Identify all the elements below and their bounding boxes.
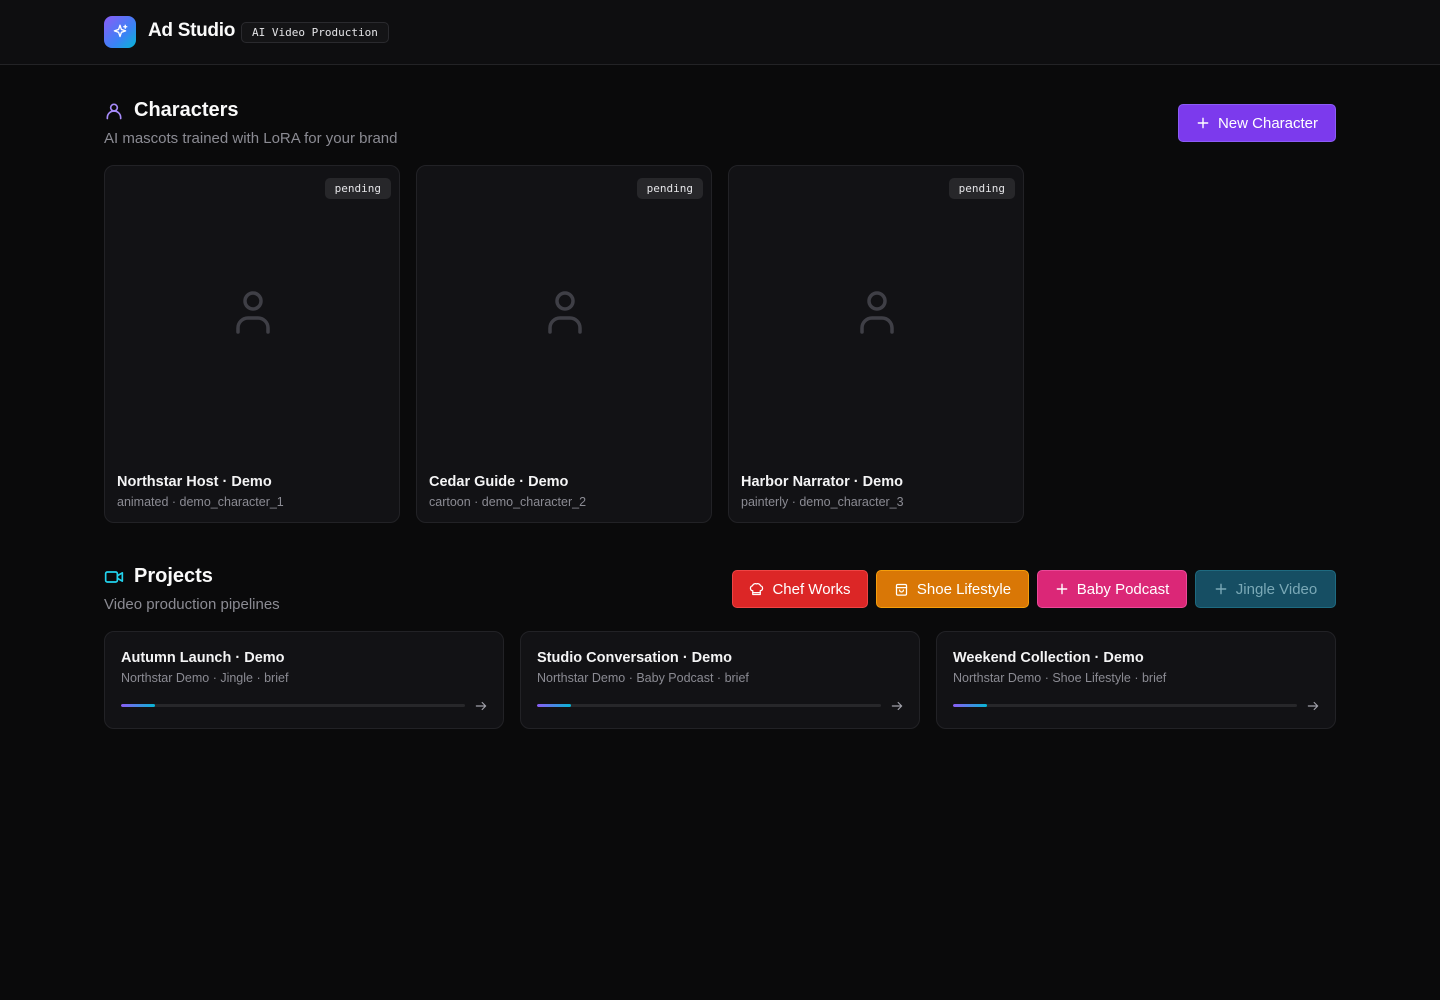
progress-bar [537, 704, 881, 707]
project-meta: Northstar Demo · Baby Podcast · brief [537, 671, 749, 685]
brand-name[interactable]: Ad Studio [148, 20, 235, 42]
projects-heading: Projects [104, 565, 213, 588]
project-card[interactable]: Studio Conversation · Demo Northstar Dem… [520, 631, 920, 729]
baby-podcast-button[interactable]: Baby Podcast [1037, 570, 1187, 608]
character-meta: animated · demo_character_1 [117, 495, 284, 509]
status-badge: pending [636, 178, 703, 199]
brand-tag: AI Video Production [241, 22, 389, 43]
project-card[interactable]: Weekend Collection · Demo Northstar Demo… [936, 631, 1336, 729]
character-name: Harbor Narrator · Demo [741, 474, 903, 490]
progress-bar [121, 704, 465, 707]
chef-hat-icon [750, 582, 764, 595]
project-name: Autumn Launch · Demo [121, 650, 285, 666]
character-meta: painterly · demo_character_3 [741, 495, 904, 509]
character-name: Cedar Guide · Demo [429, 474, 569, 490]
baby-podcast-label: Baby Podcast [1076, 580, 1170, 598]
project-meta: Northstar Demo · Jingle · brief [121, 671, 289, 685]
characters-heading: Characters [104, 99, 239, 122]
avatar-placeholder-icon [236, 291, 270, 334]
jingle-video-button[interactable]: Jingle Video [1195, 570, 1336, 608]
project-name: Weekend Collection · Demo [953, 650, 1144, 666]
progress-fill [537, 704, 572, 707]
arrow-right-icon[interactable] [1306, 699, 1320, 713]
video-camera-icon [104, 570, 124, 583]
characters-subtitle: AI mascots trained with LoRA for your br… [104, 130, 398, 147]
plus-icon [1197, 117, 1209, 129]
project-card[interactable]: Autumn Launch · Demo Northstar Demo · Ji… [104, 631, 504, 729]
project-name: Studio Conversation · Demo [537, 650, 732, 666]
progress-fill [121, 704, 156, 707]
new-character-label: New Character [1217, 114, 1319, 132]
chef-works-button[interactable]: Chef Works [732, 570, 868, 608]
status-badge: pending [948, 178, 1015, 199]
characters-title: Characters [134, 99, 239, 121]
character-meta: cartoon · demo_character_2 [429, 495, 587, 509]
chef-works-label: Chef Works [772, 580, 851, 598]
shoe-lifestyle-button[interactable]: Shoe Lifestyle [876, 570, 1029, 608]
project-meta: Northstar Demo · Shoe Lifestyle · brief [953, 671, 1167, 685]
avatar-placeholder-icon [548, 291, 582, 334]
projects-subtitle: Video production pipelines [104, 596, 280, 613]
shopping-bag-icon [895, 583, 907, 596]
sparkles-icon[interactable] [104, 16, 136, 48]
avatar-placeholder-icon [860, 291, 894, 334]
projects-title: Projects [134, 565, 213, 587]
top-bar: Ad Studio AI Video Production [0, 0, 1440, 65]
progress-fill [953, 704, 988, 707]
arrow-right-icon[interactable] [890, 699, 904, 713]
character-card[interactable]: pending Cedar Guide · Demo cartoon · dem… [416, 165, 712, 523]
new-character-button[interactable]: New Character [1178, 104, 1336, 142]
plus-icon [1215, 583, 1227, 595]
jingle-video-label: Jingle Video [1235, 580, 1318, 598]
character-card[interactable]: pending Harbor Narrator · Demo painterly… [728, 165, 1024, 523]
shoe-lifestyle-label: Shoe Lifestyle [916, 580, 1012, 598]
progress-bar [953, 704, 1297, 707]
arrow-right-icon[interactable] [474, 699, 488, 713]
plus-icon [1056, 583, 1068, 595]
user-icon [106, 103, 122, 119]
character-card[interactable]: pending Northstar Host · Demo animated ·… [104, 165, 400, 523]
status-badge: pending [324, 178, 391, 199]
character-name: Northstar Host · Demo [117, 474, 272, 490]
